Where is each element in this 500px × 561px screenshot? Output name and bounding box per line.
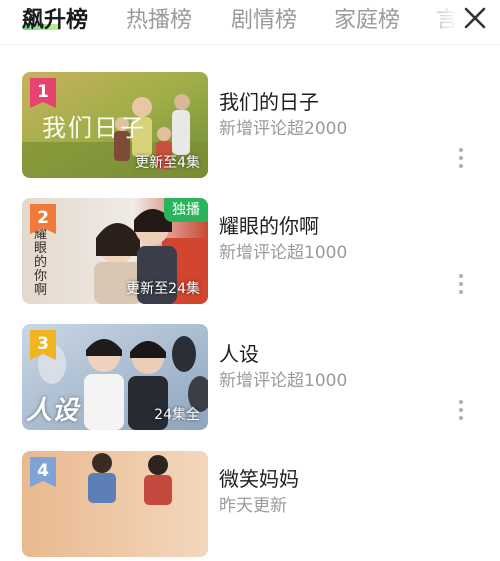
poster-title-art: 我们日子	[42, 114, 146, 142]
rank-number: 1	[37, 82, 49, 102]
list-item-2[interactable]: 耀眼的你啊 2 独播 更新至24集 耀眼的你啊 新增评论超1000	[0, 198, 500, 308]
rank-badge: 2	[30, 204, 56, 234]
show-title[interactable]: 人设	[219, 338, 259, 367]
poster-title-art: 耀眼的你啊	[34, 227, 48, 298]
rank-badge: 1	[30, 78, 56, 108]
rank-number: 3	[37, 334, 49, 354]
chart-tab-bar: 飙升榜 热播榜 剧情榜 家庭榜 言	[0, 0, 500, 44]
poster-title-art: 人设	[26, 396, 79, 426]
header-divider	[0, 44, 500, 45]
show-title[interactable]: 我们的日子	[219, 86, 319, 115]
close-button[interactable]	[460, 3, 490, 33]
show-subtitle: 新增评论超1000	[219, 243, 348, 263]
exclusive-badge: 独播	[164, 198, 208, 222]
list-item-1[interactable]: 我们日子 1 更新至4集 我们的日子 新增评论超2000	[0, 72, 500, 182]
show-subtitle: 新增评论超1000	[219, 371, 348, 391]
rank-number: 2	[37, 208, 49, 228]
tab-overflow-fade	[422, 0, 458, 40]
show-subtitle: 新增评论超2000	[219, 119, 348, 139]
tab-drama[interactable]: 剧情榜	[231, 2, 297, 34]
more-vertical-icon[interactable]	[453, 398, 469, 422]
poster-thumbnail[interactable]: 人设 3 24集全	[22, 324, 208, 430]
episode-status: 24集全	[154, 407, 200, 423]
tab-hot[interactable]: 热播榜	[126, 2, 192, 34]
close-icon	[464, 7, 486, 29]
show-title[interactable]: 耀眼的你啊	[219, 210, 319, 239]
show-title[interactable]: 微笑妈妈	[219, 463, 299, 492]
rank-badge: 4	[30, 457, 56, 487]
episode-status: 更新至24集	[126, 281, 200, 297]
rank-number: 4	[37, 461, 49, 481]
tab-soaring[interactable]: 飙升榜	[22, 2, 88, 34]
episode-status: 更新至4集	[135, 155, 200, 171]
poster-thumbnail[interactable]: 4	[22, 451, 208, 557]
list-item-4[interactable]: 4 微笑妈妈 昨天更新	[0, 451, 500, 561]
poster-thumbnail[interactable]: 我们日子 1 更新至4集	[22, 72, 208, 178]
show-subtitle: 昨天更新	[219, 496, 287, 516]
rank-badge: 3	[30, 330, 56, 360]
tab-family[interactable]: 家庭榜	[334, 2, 400, 34]
poster-thumbnail[interactable]: 耀眼的你啊 2 独播 更新至24集	[22, 198, 208, 304]
more-vertical-icon[interactable]	[453, 146, 469, 170]
more-vertical-icon[interactable]	[453, 272, 469, 296]
list-item-3[interactable]: 人设 3 24集全 人设 新增评论超1000	[0, 324, 500, 434]
